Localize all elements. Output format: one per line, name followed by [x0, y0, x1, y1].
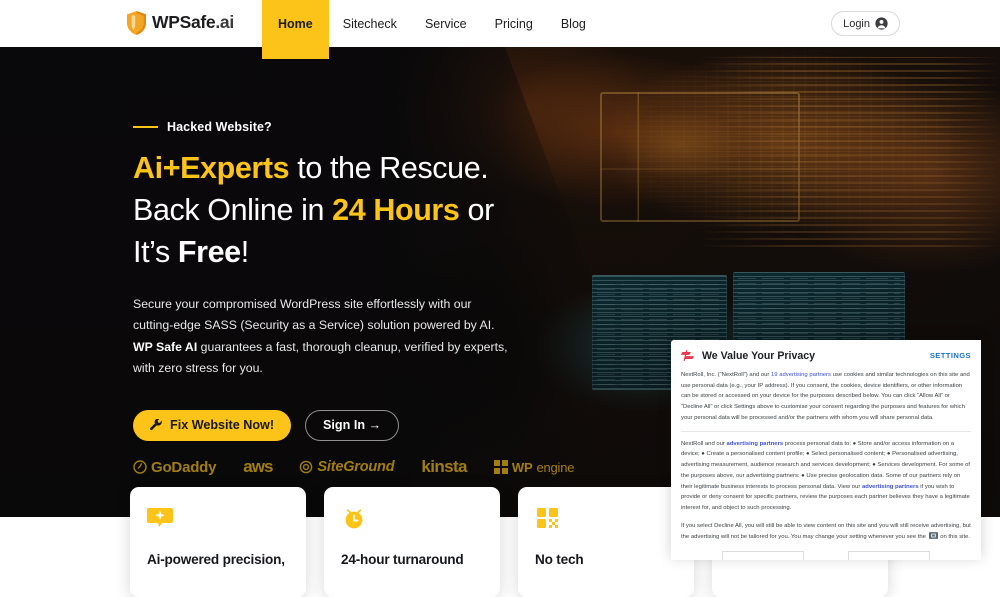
partner-wpengine-label2: engine	[536, 459, 575, 475]
login-label: Login	[843, 17, 870, 30]
hero-eyebrow-text: Hacked Website?	[167, 120, 272, 134]
cookie-partners-link-1[interactable]: 19 advertising partners	[771, 372, 831, 378]
login-button[interactable]: Login	[831, 11, 900, 36]
decline-all-button[interactable]: DECLINE ALL	[722, 551, 804, 560]
cookie-dialog-actions: DECLINE ALL ALLOW ALL	[681, 551, 971, 560]
headline-highlight-1: Ai+Experts	[133, 151, 290, 185]
hero-subtext-line2: (Security as a Service) solution powered…	[240, 318, 495, 333]
partner-kinsta-label: kinsta	[421, 457, 467, 476]
siteground-icon	[299, 460, 313, 474]
headline-text-5: !	[240, 234, 249, 269]
headline-highlight-2: 24 Hours	[332, 192, 460, 227]
sign-in-button[interactable]: Sign In →	[305, 409, 400, 441]
nav-item-sitecheck[interactable]: Sitecheck	[329, 0, 411, 47]
hero-subtext-line3: guarantees a fast,	[197, 339, 300, 354]
hero-cta-row: Fix Website Now! Sign In →	[133, 409, 553, 441]
nav-item-service[interactable]: Service	[411, 0, 481, 47]
hero-headline: Ai+Experts to the Rescue. Back Online in…	[133, 148, 553, 273]
headline-text-4: It’s	[133, 234, 178, 269]
wpengine-icon	[493, 460, 508, 474]
logo[interactable]: WPSafe.ai	[127, 11, 234, 35]
cookie-p1-text-a: NextRoll, Inc. (“NextRoll”) and our	[681, 372, 772, 378]
nextroll-icon	[681, 349, 694, 362]
hero-content: Hacked Website? Ai+Experts to the Rescue…	[133, 120, 553, 441]
nav-item-pricing[interactable]: Pricing	[481, 0, 547, 47]
cookie-settings-link[interactable]: SETTINGS	[930, 351, 971, 360]
cookie-dialog-body: NextRoll, Inc. (“NextRoll”) and our 19 a…	[681, 370, 971, 542]
cookie-p3-text-b: on this site.	[940, 533, 971, 540]
cookie-dialog-header: We Value Your Privacy SETTINGS	[681, 349, 971, 370]
partner-aws-label: aws	[243, 457, 273, 476]
headline-text-3: or	[459, 192, 495, 227]
partner-wpengine: WP engine	[493, 459, 575, 475]
cookie-paragraph-3: If you select Decline All, you will stil…	[681, 521, 971, 542]
feature-card-no-tech[interactable]: No tech	[518, 487, 694, 597]
eyebrow-dash-icon	[133, 126, 158, 128]
allow-all-button[interactable]: ALLOW ALL	[848, 551, 930, 560]
cookie-consent-dialog: We Value Your Privacy SETTINGS NextRoll,…	[671, 340, 981, 560]
headline-bold-free: Free	[177, 234, 241, 269]
sign-in-label: Sign In →	[323, 418, 382, 433]
partner-godaddy: GoDaddy	[133, 459, 216, 476]
feature-card-title: Ai-powered precision,	[147, 552, 285, 567]
sparkle-bubble-icon	[147, 508, 173, 550]
wrench-icon	[150, 418, 163, 432]
cookie-partners-link-2[interactable]: advertising partners	[727, 441, 784, 447]
grid-blocks-icon	[535, 508, 561, 550]
feature-card-title: No tech	[535, 552, 584, 567]
cookie-partners-link-3[interactable]: advertising partners	[862, 484, 919, 490]
partner-godaddy-label: GoDaddy	[151, 458, 217, 476]
cookie-p2-text-a: NextRoll and our	[681, 440, 727, 447]
fix-website-label: Fix Website Now!	[170, 418, 275, 433]
user-icon	[875, 17, 888, 30]
feature-card-turnaround[interactable]: 24-hour turnaround	[324, 487, 500, 597]
partner-siteground: SiteGround	[299, 459, 395, 475]
logo-text: WPSafe.ai	[152, 12, 234, 33]
partner-aws: aws	[243, 457, 273, 477]
adchoices-icon	[928, 531, 941, 540]
cookie-p1-text-b: use cookies and similar technologies on …	[681, 372, 970, 421]
nav-item-blog[interactable]: Blog	[547, 0, 600, 47]
partner-kinsta: kinsta	[421, 457, 467, 477]
site-header: WPSafe.ai Home Sitecheck Service Pricing…	[0, 0, 1000, 59]
cookie-paragraph-2: NextRoll and our advertising partners pr…	[681, 439, 971, 514]
partner-wpengine-label: WP	[511, 459, 533, 475]
cookie-divider	[681, 430, 971, 432]
main-nav: Home Sitecheck Service Pricing Blog	[262, 0, 600, 59]
godaddy-icon	[133, 460, 147, 474]
hero-subtext-brand: WP Safe AI	[133, 339, 198, 354]
partner-logos: GoDaddy aws SiteGround kinsta WP engine	[133, 457, 575, 477]
clock-icon	[341, 509, 367, 550]
fix-website-button[interactable]: Fix Website Now!	[133, 409, 292, 441]
cookie-p2-text-b: process personal data to: ● Store and/or…	[681, 440, 971, 490]
hero-subtext: Secure your compromised WordPress site e…	[133, 294, 511, 379]
feature-card-title: 24-hour turnaround	[341, 552, 464, 567]
headline-text-2: Back Online in	[133, 192, 333, 227]
cookie-paragraph-1: NextRoll, Inc. (“NextRoll”) and our 19 a…	[681, 370, 971, 424]
cookie-dialog-title: We Value Your Privacy	[702, 349, 816, 362]
hero-eyebrow: Hacked Website?	[133, 120, 553, 134]
shield-icon	[127, 11, 146, 35]
feature-card-ai-precision[interactable]: Ai-powered precision,	[130, 487, 306, 597]
partner-siteground-label: SiteGround	[317, 459, 395, 475]
headline-text-1: to the Rescue.	[289, 151, 489, 185]
nav-item-home[interactable]: Home	[262, 0, 329, 59]
